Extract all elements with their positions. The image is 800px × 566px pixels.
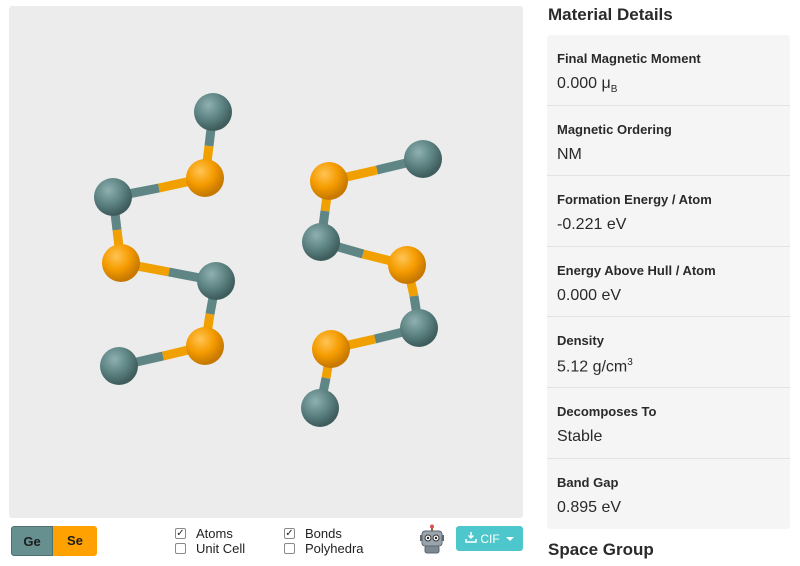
material-details-panel: Final Magnetic Moment 0.000 μB Magnetic … <box>547 35 790 529</box>
property-decomposes-to: Decomposes To Stable <box>547 388 790 459</box>
property-label: Energy Above Hull / Atom <box>557 262 716 278</box>
property-value: -0.221 eV <box>557 216 627 234</box>
unit-cell-checkbox[interactable] <box>175 543 186 554</box>
space-group-title: Space Group <box>548 540 654 559</box>
legend-se: Se <box>53 526 97 556</box>
polyhedra-checkbox[interactable] <box>284 543 295 554</box>
property-band-gap: Band Gap 0.895 eV <box>547 459 790 530</box>
polyhedra-label: Polyhedra <box>305 541 364 556</box>
viewer-controls: Ge Se ✓ Atoms Unit Cell ✓ Bonds Polyhedr… <box>9 522 523 562</box>
atoms-label: Atoms <box>196 526 233 541</box>
bonds-label: Bonds <box>305 526 342 541</box>
crystal-structure-render[interactable] <box>9 6 523 518</box>
toggle-group-right: ✓ Bonds Polyhedra <box>284 526 364 556</box>
property-density: Density 5.12 g/cm3 <box>547 317 790 388</box>
unit-cell-label: Unit Cell <box>196 541 246 556</box>
property-value: Stable <box>557 427 603 445</box>
property-value: NM <box>557 145 582 163</box>
property-magnetic-ordering: Magnetic Ordering NM <box>547 106 790 177</box>
toggle-polyhedra[interactable]: Polyhedra <box>284 541 364 556</box>
property-label: Band Gap <box>557 474 619 490</box>
property-value: 0.000 μB <box>557 75 618 96</box>
toggle-bonds[interactable]: ✓ Bonds <box>284 526 364 541</box>
legend-ge: Ge <box>11 526 53 556</box>
property-value: 5.12 g/cm3 <box>557 357 633 376</box>
property-label: Decomposes To <box>557 403 657 419</box>
property-label: Formation Energy / Atom <box>557 192 712 208</box>
property-label: Magnetic Ordering <box>557 121 672 137</box>
property-formation-energy: Formation Energy / Atom -0.221 eV <box>547 176 790 247</box>
property-value: 0.895 eV <box>557 498 622 516</box>
property-value: 0.000 eV <box>557 286 622 304</box>
property-magnetic-moment: Final Magnetic Moment 0.000 μB <box>547 35 790 106</box>
bonds-checkbox[interactable]: ✓ <box>284 528 295 539</box>
robot-icon[interactable] <box>419 524 445 554</box>
property-label: Final Magnetic Moment <box>557 51 701 66</box>
property-label: Density <box>557 333 604 349</box>
toggle-atoms[interactable]: ✓ Atoms <box>175 526 245 541</box>
toggle-group-left: ✓ Atoms Unit Cell <box>175 526 245 556</box>
material-details-title: Material Details <box>548 5 673 24</box>
export-label: CIF <box>480 531 500 546</box>
export-cif-button[interactable]: CIF <box>456 526 523 551</box>
toggle-unit-cell[interactable]: Unit Cell <box>175 541 245 556</box>
structure-viewer[interactable] <box>9 6 523 518</box>
atoms-checkbox[interactable]: ✓ <box>175 528 186 539</box>
property-energy-above-hull: Energy Above Hull / Atom 0.000 eV <box>547 247 790 318</box>
chevron-down-icon <box>505 536 514 541</box>
download-icon <box>465 531 478 546</box>
